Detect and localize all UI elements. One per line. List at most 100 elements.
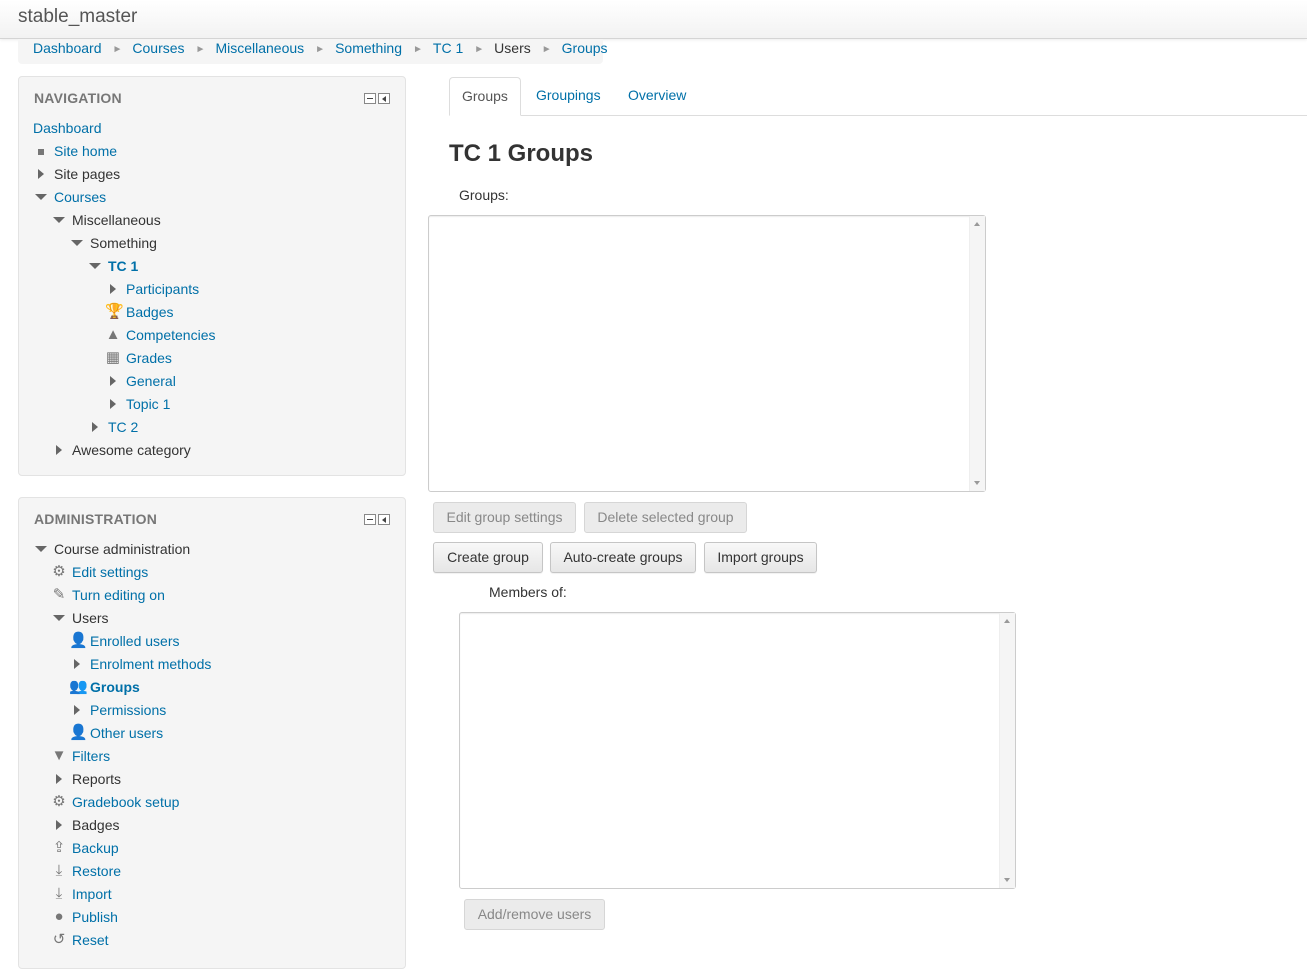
minimize-icon[interactable] [364,93,376,104]
breadcrumb-separator-icon: ► [195,44,206,55]
nav-item-label[interactable]: Competencies [126,324,216,346]
group-icon: 👥 [69,678,88,695]
scrollbar[interactable] [999,613,1015,888]
groups-label: Groups: [459,187,509,203]
breadcrumb-miscellaneous[interactable]: Miscellaneous [215,40,304,56]
nav-item-label[interactable]: TC 2 [108,416,138,438]
edit-group-settings-button[interactable]: Edit group settings [433,502,576,533]
admin-item-label[interactable]: Users [72,607,109,629]
admin-item-label[interactable]: Gradebook setup [72,791,179,813]
import-groups-button[interactable]: Import groups [704,542,817,573]
admin-item-label[interactable]: Publish [72,906,118,928]
admin-item-label[interactable]: Reset [72,929,109,951]
admin-item-label[interactable]: Turn editing on [72,584,165,606]
collapse-icon[interactable] [87,255,103,277]
reset-icon: ↺ [52,931,66,948]
block-controls [364,93,390,104]
breadcrumb-separator-icon: ► [112,44,123,55]
breadcrumb-separator-icon: ► [474,44,485,55]
scroll-up-icon[interactable] [1004,619,1010,623]
nav-item-label[interactable]: Badges [126,301,173,323]
nav-item-label[interactable]: TC 1 [108,255,138,277]
dock-icon[interactable] [378,93,390,104]
collapse-icon[interactable] [33,186,49,208]
breadcrumb-courses[interactable]: Courses [132,40,184,56]
scrollbar[interactable] [969,216,985,491]
expand-icon[interactable] [105,370,121,392]
admin-item-label[interactable]: Filters [72,745,110,767]
admin-item-label[interactable]: Enrolled users [90,630,180,652]
scroll-down-icon[interactable] [974,481,980,485]
site-brand[interactable]: stable_master [18,6,137,28]
tab-groupings[interactable]: Groupings [524,77,613,114]
nav-item-label[interactable]: Grades [126,347,172,369]
members-label: Members of: [489,584,567,600]
groups-listbox[interactable] [428,215,986,492]
admin-item-label[interactable]: Enrolment methods [90,653,211,675]
expand-icon[interactable] [105,393,121,415]
globe-icon: ● [54,908,64,925]
breadcrumb-something[interactable]: Something [335,40,402,56]
admin-item-label[interactable]: Backup [72,837,119,859]
breadcrumb-tc1[interactable]: TC 1 [433,40,463,56]
admin-item-label[interactable]: Restore [72,860,121,882]
pencil-icon: ✎ [52,586,66,603]
admin-item-label[interactable]: Course administration [54,538,190,560]
tab-groups[interactable]: Groups [449,77,521,116]
tab-overview[interactable]: Overview [616,77,698,114]
expand-icon[interactable] [87,416,103,438]
breadcrumb-users: Users [494,40,531,56]
nav-item-label[interactable]: Site home [54,140,117,162]
collapse-icon[interactable] [33,538,49,560]
breadcrumb: Dashboard ► Courses ► Miscellaneous ► Somethin… [18,39,608,64]
expand-icon[interactable] [69,653,85,675]
admin-item-label[interactable]: Permissions [90,699,166,721]
admin-item-label[interactable]: Other users [90,722,163,744]
nav-item-label[interactable]: Site pages [54,163,120,185]
breadcrumb-groups[interactable]: Groups [562,40,608,56]
download-icon: ⤓ [55,885,63,902]
navigation-block: NAVIGATION Dashboard Site home Site page… [18,76,406,476]
nav-item-label[interactable]: Topic 1 [126,393,170,415]
breadcrumb-dashboard[interactable]: Dashboard [33,40,102,56]
collapse-icon[interactable] [51,209,67,231]
grades-table-icon: ▦ [105,349,121,366]
administration-heading: ADMINISTRATION [34,511,158,527]
top-navbar: stable_master [0,0,1307,39]
collapse-icon[interactable] [51,607,67,629]
add-remove-users-button[interactable]: Add/remove users [464,899,605,930]
admin-item-label[interactable]: Badges [72,814,119,836]
minimize-icon[interactable] [364,514,376,525]
nav-item-label[interactable]: Participants [126,278,199,300]
expand-icon[interactable] [51,814,67,836]
expand-icon[interactable] [33,163,49,185]
page-title: TC 1 Groups [449,140,594,167]
delete-selected-group-button[interactable]: Delete selected group [584,502,747,533]
members-listbox[interactable] [459,612,1016,889]
nav-item-label[interactable]: Awesome category [72,439,191,461]
scroll-down-icon[interactable] [1004,878,1010,882]
user-icon: 👤 [69,724,88,741]
dock-icon[interactable] [378,514,390,525]
expand-icon[interactable] [51,439,67,461]
collapse-icon[interactable] [69,232,85,254]
nav-item-label[interactable]: General [126,370,176,392]
expand-icon[interactable] [105,278,121,300]
navigation-heading: NAVIGATION [34,90,122,106]
create-group-button[interactable]: Create group [433,542,543,573]
admin-item-label[interactable]: Edit settings [72,561,148,583]
nav-item-label[interactable]: Dashboard [33,117,102,139]
admin-item-label[interactable]: Groups [90,676,140,698]
expand-icon[interactable] [69,699,85,721]
expand-icon[interactable] [51,768,67,790]
admin-item-label[interactable]: Import [72,883,112,905]
bullet-icon [33,140,49,162]
scroll-up-icon[interactable] [974,222,980,226]
admin-item-label[interactable]: Reports [72,768,121,790]
nav-item-label[interactable]: Miscellaneous [72,209,161,231]
auto-create-groups-button[interactable]: Auto-create groups [550,542,696,573]
nav-item-label[interactable]: Courses [54,186,106,208]
download-icon: ⤓ [55,862,63,879]
nav-item-label[interactable]: Something [90,232,157,254]
group-tabs: Groups Groupings Overview [449,77,1307,116]
